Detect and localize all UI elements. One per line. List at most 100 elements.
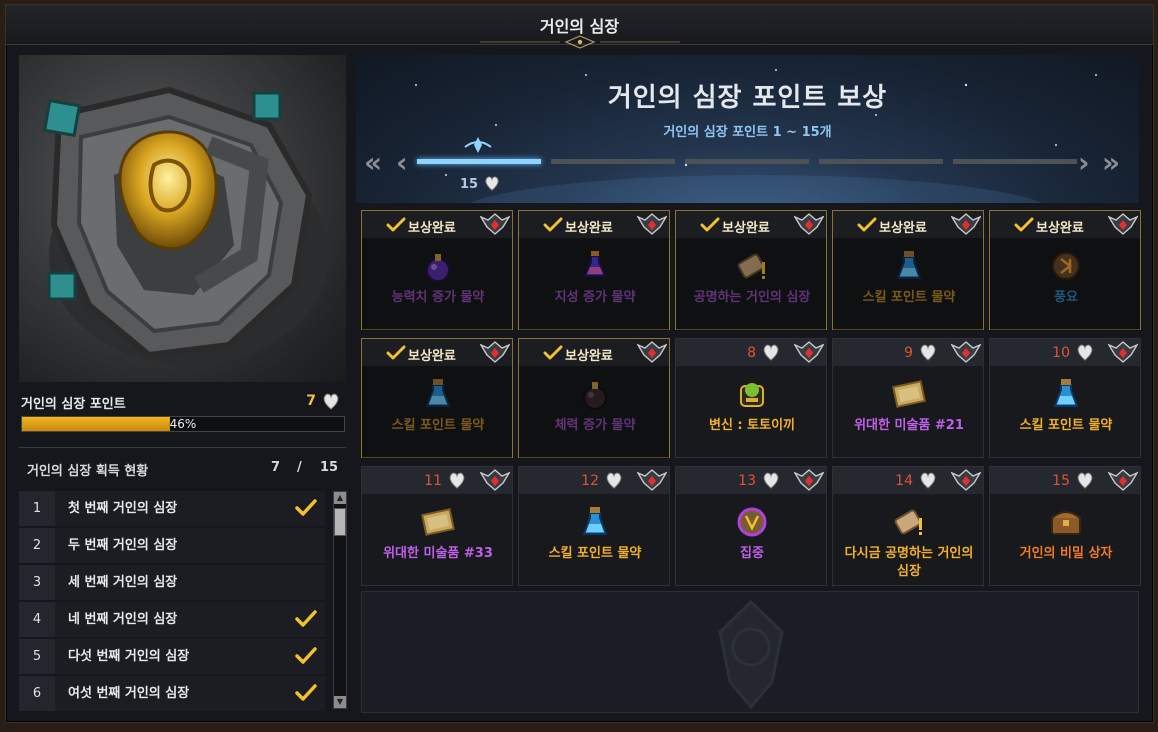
- reward-name: 체력 증가 물약: [554, 418, 636, 433]
- list-item-name: 첫 번째 거인의 심장: [68, 501, 178, 516]
- next-page-button[interactable]: ›: [1078, 149, 1090, 177]
- emblem-icon: [1107, 469, 1139, 495]
- list-item-name: 두 번째 거인의 심장: [68, 538, 178, 553]
- emblem-icon: [1107, 213, 1139, 239]
- reward-completed-label: 보상완료: [1036, 221, 1084, 236]
- reward-card-header: 10: [990, 339, 1140, 366]
- page-marker-icon: [464, 137, 492, 153]
- emblem-watermark-icon: [718, 599, 784, 710]
- scroll-down-button[interactable]: ▼: [334, 696, 346, 708]
- acquired-count: 7: [271, 460, 281, 475]
- reward-card-header: 14: [833, 467, 983, 494]
- last-page-button[interactable]: »: [1102, 149, 1120, 177]
- scroll-icon: [734, 248, 770, 284]
- page-segment-5[interactable]: [953, 159, 1077, 164]
- list-item-name: 네 번째 거인의 심장: [68, 612, 178, 627]
- emblem-icon: [1107, 341, 1139, 367]
- heart-list-item[interactable]: 3 세 번째 거인의 심장: [19, 565, 325, 600]
- heart-list-item[interactable]: 1 첫 번째 거인의 심장: [19, 491, 325, 526]
- heart-list-item[interactable]: 5 다섯 번째 거인의 심장: [19, 639, 325, 674]
- scroll-thumb[interactable]: [334, 508, 346, 536]
- reward-card-body: 위대한 미술품 #33: [362, 494, 512, 587]
- heart-list-item[interactable]: 6 여섯 번째 거인의 심장: [19, 676, 325, 711]
- title-ornament-icon: [480, 35, 680, 49]
- reward-card-body: 지성 증가 물약: [519, 238, 669, 331]
- reward-card-header: 11: [362, 467, 512, 494]
- heart-icon: [762, 470, 780, 494]
- heart-icon: [919, 470, 937, 494]
- page-segment-1[interactable]: [417, 159, 541, 164]
- emblem-icon: [636, 469, 668, 495]
- right-panel: 거인의 심장 포인트 보상 거인의 심장 포인트 1 ~ 15개 « ‹ › »…: [356, 55, 1141, 717]
- reward-name: 변신 : 토토이끼: [708, 418, 795, 433]
- page-segment-3[interactable]: [685, 159, 809, 164]
- reward-card[interactable]: 14 다시금 공명하는 거인의 심장: [832, 466, 984, 586]
- points-row: 거인의 심장 포인트 7: [19, 391, 346, 412]
- scroll-up-button[interactable]: ▲: [334, 492, 346, 504]
- heart-icon: [448, 470, 466, 494]
- heart-icon: [1076, 470, 1094, 494]
- page-points-label: 15: [460, 177, 479, 192]
- reward-name: 스킬 포인트 물약: [1019, 418, 1113, 433]
- list-scrollbar[interactable]: ▲ ▼: [333, 491, 347, 709]
- heart-icon: [919, 342, 937, 366]
- check-icon: [1014, 216, 1034, 238]
- first-page-button[interactable]: «: [364, 149, 382, 177]
- potion-blue-icon: [577, 504, 613, 540]
- heart-list-item[interactable]: 2 두 번째 거인의 심장: [19, 528, 325, 563]
- reward-card[interactable]: 15 거인의 비밀 상자: [989, 466, 1141, 586]
- reward-card[interactable]: 보상완료 스킬 포인트 물약: [361, 338, 513, 459]
- total-count: 15: [320, 460, 339, 475]
- chest-icon: [1048, 504, 1084, 540]
- reward-card[interactable]: 10 스킬 포인트 물약: [989, 338, 1141, 458]
- page-segment-4[interactable]: [819, 159, 943, 164]
- reward-name: 공명하는 거인의 심장: [693, 290, 811, 305]
- list-item-number: 6: [19, 676, 55, 711]
- reward-name: 스킬 포인트 물약: [391, 418, 485, 433]
- reward-card-body: 집중: [676, 494, 826, 587]
- check-icon: [295, 646, 317, 670]
- painting-icon: [891, 376, 927, 412]
- reward-card-header: 보상완료: [990, 211, 1140, 238]
- reward-points-required: 10: [1052, 345, 1070, 361]
- reward-name: 다시금 공명하는 거인의 심장: [844, 546, 974, 579]
- reward-card[interactable]: 보상완료 능력치 증가 물약: [361, 210, 513, 331]
- check-icon: [700, 216, 720, 238]
- check-icon: [295, 609, 317, 633]
- transform-icon: [734, 376, 770, 412]
- reward-name: 지성 증가 물약: [554, 290, 636, 305]
- reward-card-header: 8: [676, 339, 826, 366]
- reward-card[interactable]: 8 변신 : 토토이끼: [675, 338, 827, 458]
- reward-card[interactable]: 보상완료 지성 증가 물약: [518, 210, 670, 331]
- heart-icon: [485, 176, 499, 191]
- reward-card[interactable]: 13 집중: [675, 466, 827, 586]
- reward-card-body: 스킬 포인트 물약: [990, 366, 1140, 459]
- reward-points-required: 15: [1052, 473, 1070, 489]
- reward-card[interactable]: 보상완료 체력 증가 물약: [518, 338, 670, 459]
- emblem-icon: [793, 213, 825, 239]
- reward-card-header: 9: [833, 339, 983, 366]
- reward-card[interactable]: 11 위대한 미술품 #33: [361, 466, 513, 586]
- reward-card[interactable]: 보상완료풍요: [989, 210, 1141, 331]
- reward-card-body: 능력치 증가 물약: [362, 238, 512, 331]
- reward-card[interactable]: 보상완료 스킬 포인트 물약: [832, 210, 984, 331]
- rune-purple-icon: [734, 504, 770, 540]
- prev-page-button[interactable]: ‹: [396, 149, 408, 177]
- check-icon: [543, 344, 563, 366]
- reward-card-body: 위대한 미술품 #21: [833, 366, 983, 459]
- potion-dark-icon: [577, 376, 613, 412]
- page-segment-2[interactable]: [551, 159, 675, 164]
- check-icon: [295, 683, 317, 707]
- reward-card[interactable]: 12 스킬 포인트 물약: [518, 466, 670, 586]
- reward-card[interactable]: 9 위대한 미술품 #21: [832, 338, 984, 458]
- acquisition-row: 거인의 심장 획득 현황 7 / 15: [19, 457, 346, 479]
- reward-card[interactable]: 보상완료 공명하는 거인의 심장: [675, 210, 827, 331]
- reward-card-body: 스킬 포인트 물약: [519, 494, 669, 587]
- check-icon: [295, 498, 317, 522]
- heart-list-item[interactable]: 4 네 번째 거인의 심장: [19, 602, 325, 637]
- reward-name: 스킬 포인트 물약: [862, 290, 956, 305]
- heart-icon: [762, 342, 780, 366]
- reward-card-body: 풍요: [990, 238, 1140, 331]
- reward-name: 능력치 증가 물약: [391, 290, 485, 305]
- count-separator: /: [297, 460, 302, 475]
